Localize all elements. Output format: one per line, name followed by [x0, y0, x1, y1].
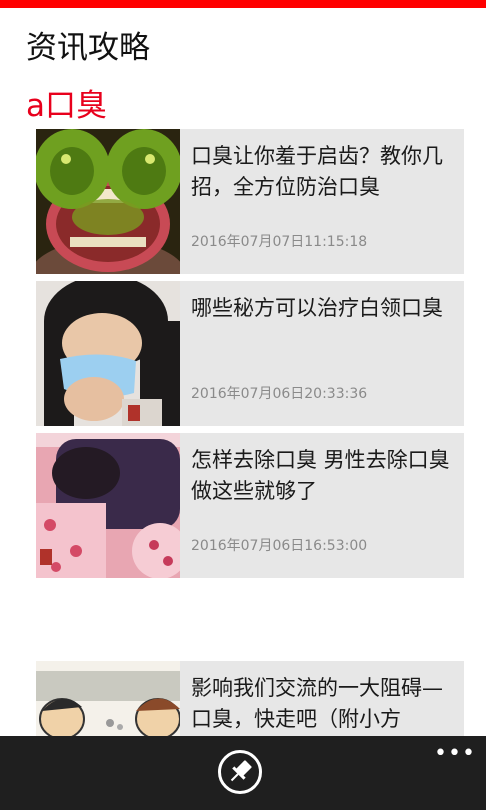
article-title: 怎样去除口臭 男性去除口臭做这些就够了 — [191, 448, 450, 503]
app-bar: ••• — [0, 736, 486, 810]
article-card[interactable]: 怎样去除口臭 男性去除口臭做这些就够了 2016年07月06日16:53:00 — [36, 433, 464, 578]
article-title: 影响我们交流的一大阻碍—口臭，快走吧（附小方 — [191, 676, 443, 731]
article-title: 哪些秘方可以治疗白领口臭 — [191, 296, 443, 320]
article-timestamp: 2016年07月06日16:53:00 — [191, 538, 368, 554]
article-card[interactable]: 哪些秘方可以治疗白领口臭 2016年07月06日20:33:36 — [36, 281, 464, 426]
article-timestamp: 2016年07月06日20:33:36 — [191, 386, 368, 402]
article-thumbnail — [36, 433, 180, 578]
more-options-icon[interactable]: ••• — [434, 743, 476, 765]
article-thumbnail — [36, 281, 180, 426]
pin-icon — [230, 760, 252, 782]
page-title: 资讯攻略 — [26, 30, 150, 66]
article-timestamp: 2016年07月07日11:15:18 — [191, 234, 368, 250]
section-title: a口臭 — [26, 88, 107, 124]
article-title: 口臭让你羞于启齿？教你几招，全方位防治口臭 — [191, 144, 443, 199]
pin-button[interactable] — [218, 750, 262, 794]
article-thumbnail — [36, 129, 180, 274]
top-accent-bar — [0, 0, 486, 8]
article-card[interactable]: 口臭让你羞于启齿？教你几招，全方位防治口臭 2016年07月07日11:15:1… — [36, 129, 464, 274]
